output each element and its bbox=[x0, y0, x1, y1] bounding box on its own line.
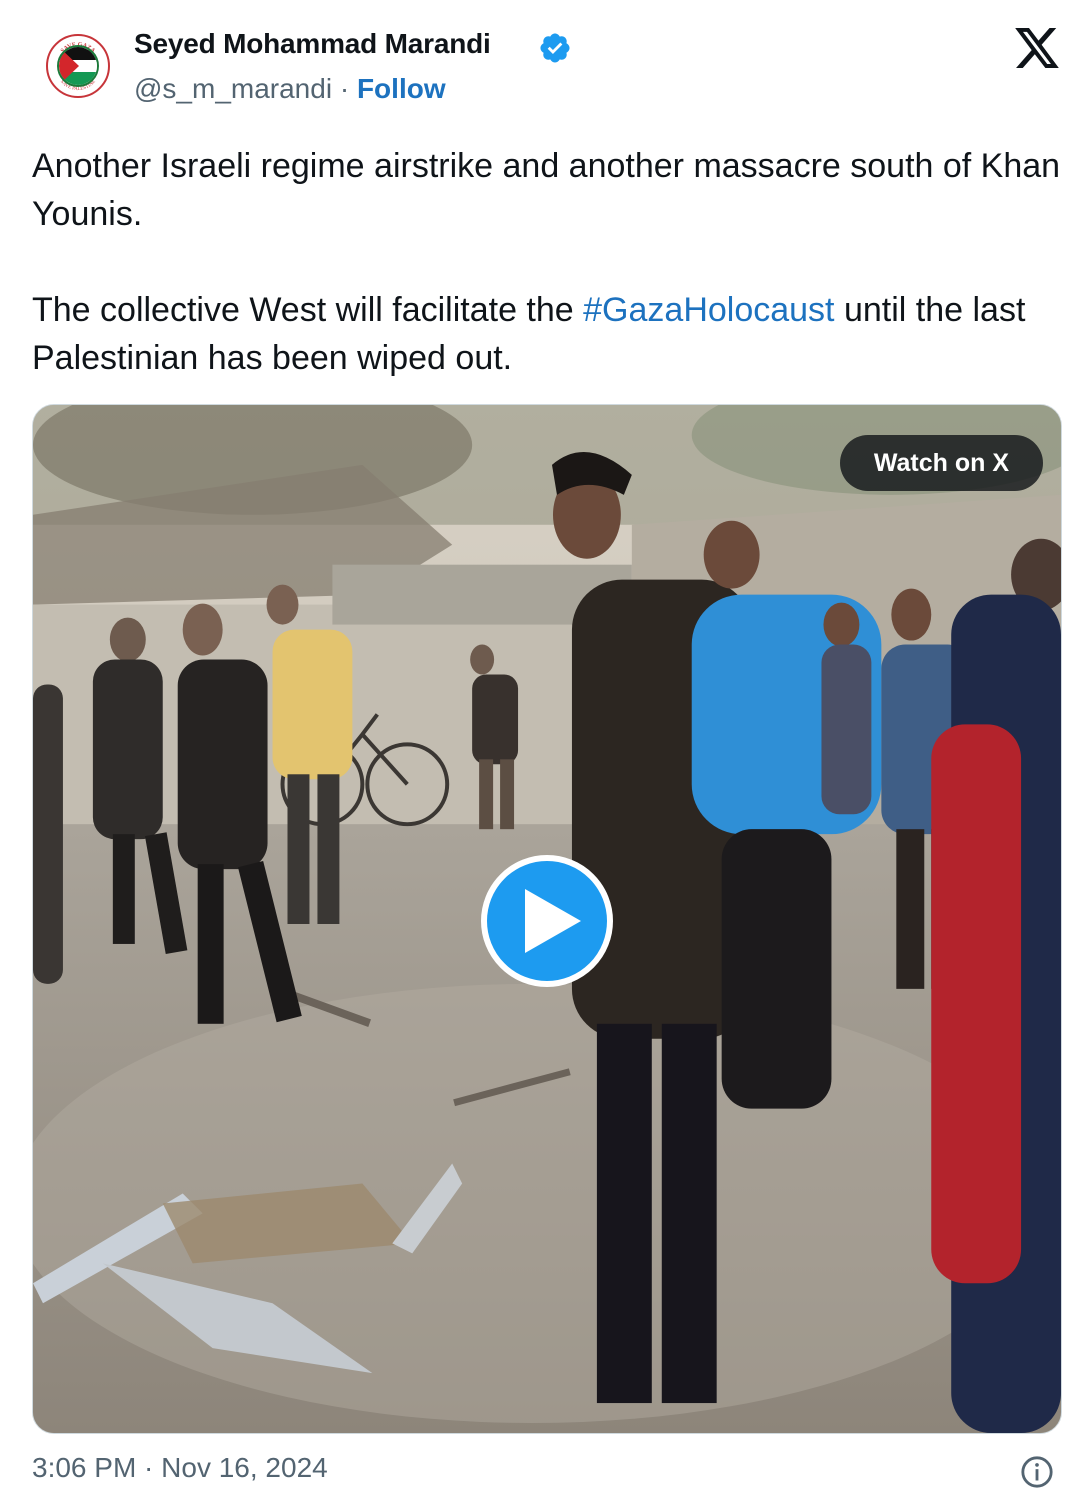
handle-separator: · bbox=[332, 73, 357, 104]
handle-row: @s_m_marandi · Follow bbox=[134, 73, 446, 105]
hashtag-link[interactable]: #GazaHolocaust bbox=[583, 291, 834, 329]
play-icon bbox=[525, 889, 581, 953]
x-logo-icon[interactable] bbox=[1014, 28, 1060, 68]
video-player[interactable]: Watch on X bbox=[32, 404, 1062, 1434]
tweet-text-before-hashtag: The collective West will facilitate the bbox=[32, 291, 584, 329]
play-button[interactable] bbox=[481, 855, 613, 987]
tweet-paragraph-2: The collective West will facilitate the … bbox=[32, 286, 1062, 382]
tweet-timestamp[interactable]: 3:06 PM · Nov 16, 2024 bbox=[32, 1452, 328, 1484]
avatar[interactable]: SAVE GAZA SAVE PALESTINE bbox=[46, 34, 110, 98]
info-icon[interactable] bbox=[1020, 1455, 1054, 1489]
follow-button[interactable]: Follow bbox=[357, 73, 446, 105]
author-name[interactable]: Seyed Mohammad Marandi bbox=[134, 28, 491, 60]
watch-on-x-button[interactable]: Watch on X bbox=[839, 435, 1043, 491]
palestine-flag-icon bbox=[57, 45, 99, 87]
tweet-paragraph-1: Another Israeli regime airstrike and ano… bbox=[32, 147, 1061, 233]
tweet-text: Another Israeli regime airstrike and ano… bbox=[32, 142, 1062, 382]
verified-badge-icon bbox=[540, 33, 570, 63]
tweet-card: SAVE GAZA SAVE PALESTINE Seyed Mohammad … bbox=[0, 0, 1090, 1508]
author-handle[interactable]: @s_m_marandi bbox=[134, 73, 332, 105]
